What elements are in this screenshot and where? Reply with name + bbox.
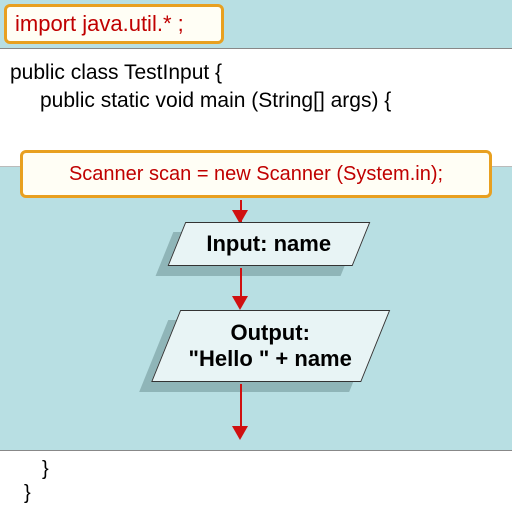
flow-input-var: name — [274, 231, 331, 256]
import-highlight-box: import java.util.* ; — [4, 4, 224, 44]
arrow-connector-2 — [240, 384, 242, 430]
arrow-head-2-icon — [232, 426, 248, 440]
class-declaration: public class TestInput { — [10, 59, 502, 87]
flow-output-expr: "Hello " + name — [189, 346, 352, 371]
close-class-brace: } — [10, 481, 502, 505]
arrow-head-1-icon — [232, 296, 248, 310]
flow-input-content: Input: name — [199, 227, 340, 261]
close-main-brace: } — [10, 457, 502, 481]
scanner-highlight-box: Scanner scan = new Scanner (System.in); — [20, 150, 492, 198]
flowchart-area: Input: name Output: "Hello " + name — [0, 200, 512, 450]
flow-input-label: Input: — [207, 231, 268, 256]
scanner-statement-text: Scanner scan = new Scanner (System.in); — [69, 163, 443, 186]
flow-input-shape: Input: name — [168, 222, 371, 266]
import-statement-text: import java.util.* ; — [15, 11, 184, 37]
code-panel-bottom: } } — [0, 450, 512, 512]
flow-output-shape: Output: "Hello " + name — [151, 310, 390, 382]
flow-output-node: Output: "Hello " + name — [166, 310, 376, 382]
flow-output-label: Output: — [231, 320, 310, 345]
code-panel-top: public class TestInput { public static v… — [0, 48, 512, 167]
flow-output-content: Output: "Hello " + name — [181, 316, 360, 377]
flow-input-node: Input: name — [176, 222, 361, 266]
main-declaration: public static void main (String[] args) … — [10, 87, 502, 115]
